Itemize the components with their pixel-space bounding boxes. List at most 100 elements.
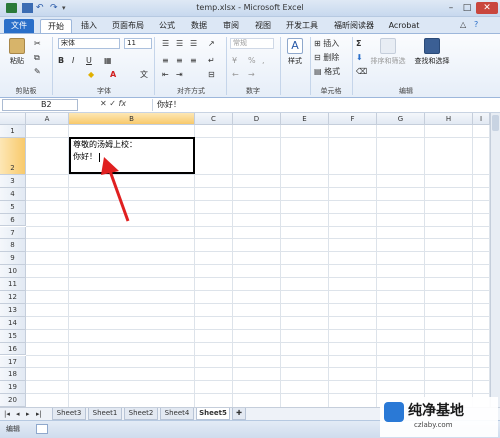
group-separator xyxy=(310,37,311,95)
annotation-arrow xyxy=(101,157,130,222)
insert-cells-button[interactable]: ⊞ 插入 xyxy=(314,39,339,49)
group-label-font: 字体 xyxy=(97,87,111,95)
underline-button[interactable]: U xyxy=(86,56,92,66)
watermark-logo: 纯净基地 czlaby.com xyxy=(380,397,498,437)
excel-window: ↶ ↷ ▾ temp.xlsx - Microsoft Excel – □ ✕ … xyxy=(0,0,500,438)
tab-developer[interactable]: 开发工具 xyxy=(282,19,322,33)
first-sheet-icon[interactable]: |◂ xyxy=(4,409,10,419)
fill-color-icon[interactable]: ◆ xyxy=(88,70,94,80)
tab-file[interactable]: 文件 xyxy=(4,19,34,33)
group-separator xyxy=(154,37,155,95)
scrollbar-thumb[interactable] xyxy=(492,115,499,131)
italic-button[interactable]: I xyxy=(72,56,74,66)
help-icon[interactable]: ? xyxy=(474,20,478,30)
sheet-tab-sheet3[interactable]: Sheet3 xyxy=(52,408,86,420)
align-right-icon[interactable]: ≡ xyxy=(190,56,197,66)
orientation-icon[interactable]: ↗ xyxy=(208,39,215,49)
insert-sheet-icon[interactable]: ✚ xyxy=(232,408,246,420)
ribbon-tabs: 文件 开始 插入 页面布局 公式 数据 审阅 视图 开发工具 福昕阅读器 Acr… xyxy=(0,17,500,34)
align-center-icon[interactable]: ≡ xyxy=(176,56,183,66)
tab-page-layout[interactable]: 页面布局 xyxy=(106,19,150,33)
ribbon: 粘贴 ✂ ⧉ ✎ 剪贴板 宋体 11 B I U ▦ ◆ A 文 字体 ☰ ☰ … xyxy=(0,34,500,98)
group-label-editing: 编辑 xyxy=(399,87,413,95)
tab-foxit-reader[interactable]: 福昕阅读器 xyxy=(328,19,380,33)
last-sheet-icon[interactable]: ▸| xyxy=(36,409,42,419)
align-left-icon[interactable]: ≡ xyxy=(162,56,169,66)
clipboard-icon xyxy=(9,38,25,54)
clear-icon[interactable]: ⌫ xyxy=(356,67,367,77)
cut-icon[interactable]: ✂ xyxy=(34,39,41,49)
group-label-cells: 单元格 xyxy=(320,87,342,95)
tab-insert[interactable]: 插入 xyxy=(76,19,102,33)
format-painter-icon[interactable]: ✎ xyxy=(34,67,41,77)
minimize-ribbon-icon[interactable]: △ xyxy=(460,20,466,30)
format-cells-button[interactable]: ▤ 格式 xyxy=(314,67,340,77)
sheet-tab-sheet2[interactable]: Sheet2 xyxy=(124,408,158,420)
currency-icon[interactable]: ¥ xyxy=(232,56,237,66)
next-sheet-icon[interactable]: ▸ xyxy=(26,409,30,419)
confirm-entry-icon[interactable]: ✓ xyxy=(109,99,116,108)
comma-style-icon[interactable]: , xyxy=(262,56,265,66)
tab-review[interactable]: 审阅 xyxy=(218,19,244,33)
sort-filter-button[interactable]: 排序和筛选 xyxy=(368,38,408,66)
number-format-dropdown[interactable]: 常规 xyxy=(230,38,274,49)
find-select-label: 查找和选择 xyxy=(414,57,450,65)
styles-button[interactable]: A 样式 xyxy=(284,38,306,66)
percent-icon[interactable]: % xyxy=(248,56,256,66)
macro-record-icon[interactable] xyxy=(36,424,48,434)
format-cells-label: 格式 xyxy=(324,67,341,76)
paste-button[interactable]: 粘贴 xyxy=(6,38,28,66)
group-separator xyxy=(226,37,227,95)
prev-sheet-icon[interactable]: ◂ xyxy=(16,409,20,419)
fill-icon[interactable]: ⬇ xyxy=(356,53,363,63)
merge-center-icon[interactable]: ⊟ xyxy=(208,70,215,80)
align-middle-icon[interactable]: ☰ xyxy=(176,39,183,49)
find-select-button[interactable]: 查找和选择 xyxy=(410,38,454,66)
tab-home[interactable]: 开始 xyxy=(40,19,72,33)
minimize-button[interactable]: – xyxy=(444,2,458,14)
font-size-dropdown[interactable]: 11 xyxy=(124,38,152,49)
font-name-dropdown[interactable]: 宋体 xyxy=(58,38,120,49)
binoculars-icon xyxy=(424,38,440,54)
bold-button[interactable]: B xyxy=(58,56,64,66)
title-bar: ↶ ↷ ▾ temp.xlsx - Microsoft Excel – □ ✕ xyxy=(0,0,500,17)
vertical-scrollbar[interactable] xyxy=(490,113,500,407)
align-top-icon[interactable]: ☰ xyxy=(162,39,169,49)
font-color-icon[interactable]: A xyxy=(110,70,116,80)
tab-formulas[interactable]: 公式 xyxy=(154,19,180,33)
window-title: temp.xlsx - Microsoft Excel xyxy=(196,3,304,12)
borders-icon[interactable]: ▦ xyxy=(104,56,112,66)
group-label-clipboard: 剪贴板 xyxy=(15,87,37,95)
sheet-tab-sheet1[interactable]: Sheet1 xyxy=(88,408,122,420)
insert-function-button[interactable]: fx xyxy=(119,99,127,108)
phonetic-icon[interactable]: 文 xyxy=(140,70,148,80)
align-bottom-icon[interactable]: ☰ xyxy=(190,39,197,49)
worksheet-grid[interactable]: ABCDEFGHI 1 2 3 4 5 6 7 8 9 10 11 12 13 14 15 16 17 18 19 2… xyxy=(0,113,490,433)
maximize-button[interactable]: □ xyxy=(460,2,474,14)
formula-input[interactable]: 你好！ xyxy=(152,99,492,111)
autosum-button[interactable]: Σ xyxy=(356,39,361,49)
delete-cells-label: 删除 xyxy=(323,53,340,62)
format-cells-icon: ▤ xyxy=(314,67,325,76)
sheet-tab-sheet4[interactable]: Sheet4 xyxy=(160,408,194,420)
styles-label: 样式 xyxy=(288,57,302,65)
sort-filter-label: 排序和筛选 xyxy=(370,57,406,65)
sheet-tab-sheet5[interactable]: Sheet5 xyxy=(196,408,230,420)
close-button[interactable]: ✕ xyxy=(476,2,498,14)
tab-view[interactable]: 视图 xyxy=(250,19,276,33)
watermark-title: 纯净基地 xyxy=(408,403,464,419)
increase-decimal-icon[interactable]: ← xyxy=(232,70,239,80)
tab-data[interactable]: 数据 xyxy=(186,19,212,33)
name-box[interactable]: B2 xyxy=(2,99,78,111)
styles-icon: A xyxy=(287,38,303,54)
decrease-decimal-icon[interactable]: → xyxy=(248,70,255,80)
delete-cells-button[interactable]: ⊟ 删除 xyxy=(314,53,339,63)
delete-cells-icon: ⊟ xyxy=(314,53,324,62)
tab-acrobat[interactable]: Acrobat xyxy=(386,19,422,33)
cancel-entry-icon[interactable]: ✕ xyxy=(100,99,107,108)
increase-indent-icon[interactable]: ⇥ xyxy=(176,70,183,80)
copy-icon[interactable]: ⧉ xyxy=(34,53,40,63)
decrease-indent-icon[interactable]: ⇤ xyxy=(162,70,169,80)
wrap-text-icon[interactable]: ↵ xyxy=(208,56,215,66)
group-separator xyxy=(52,37,53,95)
